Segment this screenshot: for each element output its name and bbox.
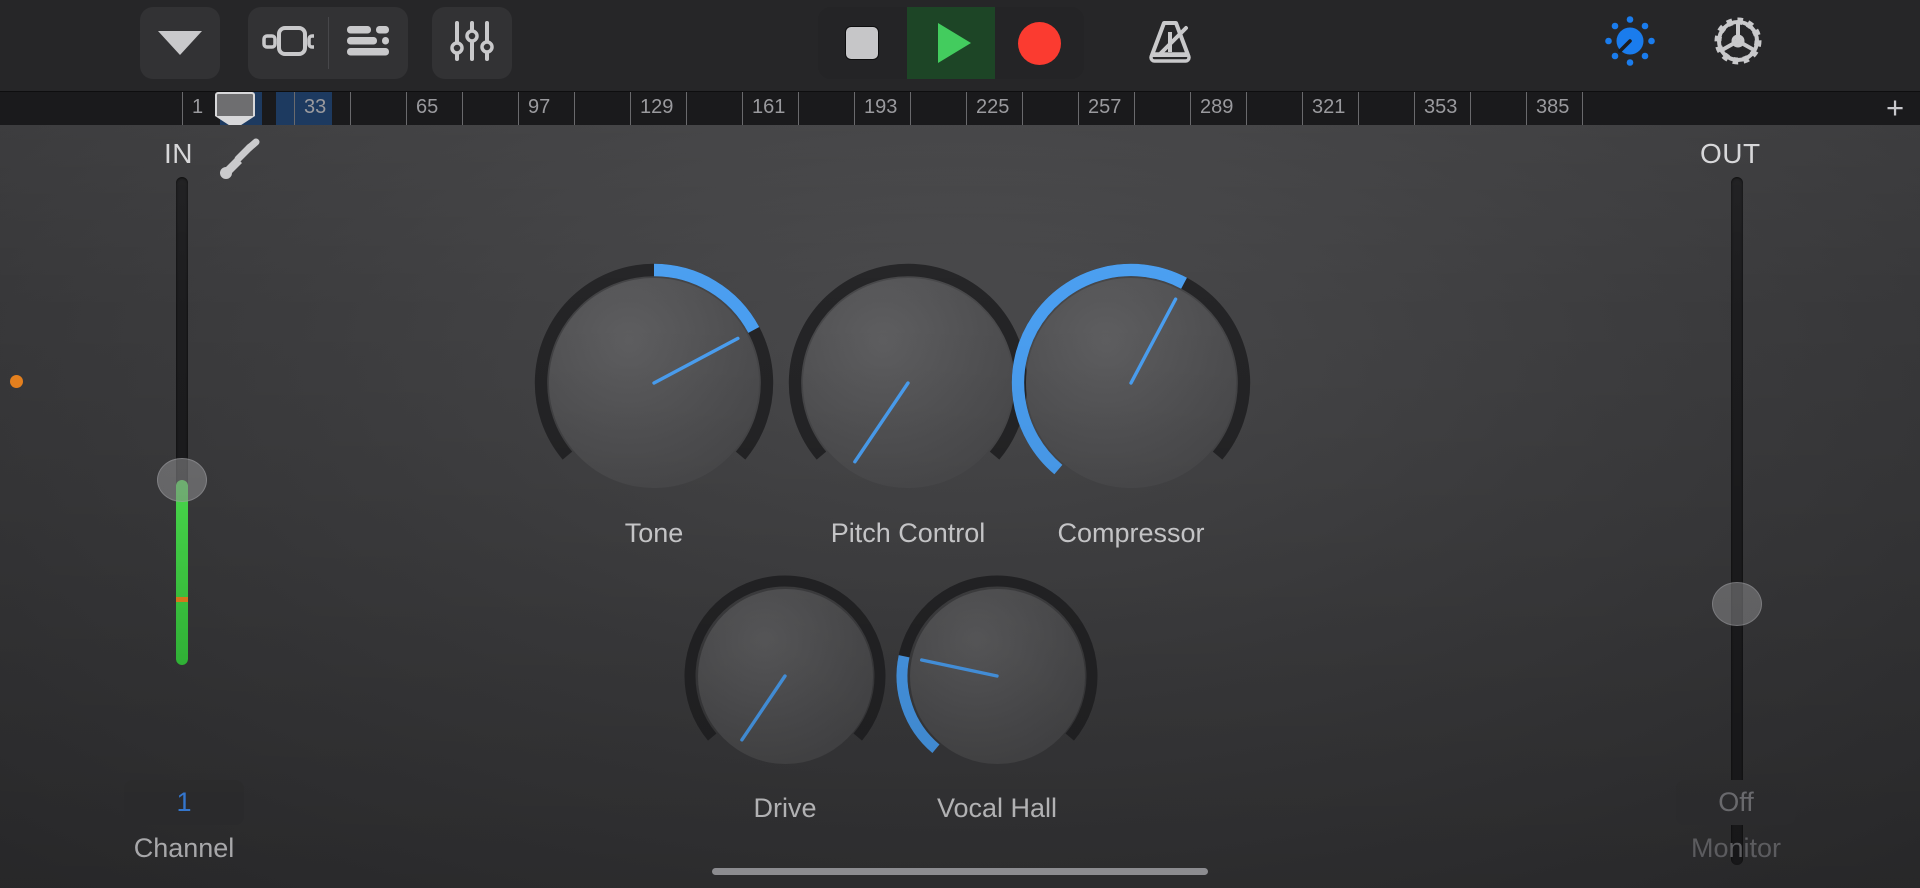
ruler-minor-tick: .	[1358, 92, 1374, 125]
ruler-bar-label: 97	[518, 92, 550, 125]
input-jack-icon	[216, 137, 260, 179]
stop-button[interactable]	[818, 7, 907, 79]
ruler-minor-tick: .	[798, 92, 814, 125]
knob-controls-icon	[1604, 15, 1656, 72]
ruler-minor-tick: .	[686, 92, 702, 125]
ruler-bar-label: 353	[1414, 92, 1457, 125]
list-view-icon	[345, 24, 391, 63]
ruler-bar-label: 225	[966, 92, 1009, 125]
ruler-minor-tick: .	[1470, 92, 1486, 125]
home-indicator	[712, 868, 1208, 875]
fader-track	[1731, 177, 1743, 865]
timeline-ruler[interactable]: 1. 33. 65. 97. 129. 161. 193. 225. 257. 289. 321. 3…	[0, 92, 1920, 125]
knob-drive[interactable]: Drive	[672, 563, 898, 823]
tracks-view-button[interactable]	[248, 7, 328, 79]
monitor-value: Off	[1718, 787, 1754, 817]
output-volume-fader[interactable]	[1712, 177, 1762, 865]
record-button[interactable]	[995, 7, 1084, 79]
ruler-ticks: 1. 33. 65. 97. 129. 161. 193. 225. 257. 289. 321. 3…	[182, 92, 1878, 125]
input-peak-marker	[176, 596, 188, 602]
gear-icon	[1711, 14, 1765, 73]
view-toggle-group	[248, 7, 408, 79]
monitor-label: Monitor	[1690, 833, 1782, 863]
ruler-minor-tick: .	[1246, 92, 1262, 125]
metronome-icon	[1146, 18, 1194, 69]
channel-value-button[interactable]: 1	[124, 780, 244, 825]
ruler-minor-tick: .	[1134, 92, 1150, 125]
knob-compressor[interactable]: Compressor	[1000, 252, 1262, 548]
fader-thumb[interactable]	[157, 457, 207, 502]
tracks-loop-view-icon	[262, 24, 322, 63]
list-view-button[interactable]	[328, 7, 408, 79]
playhead[interactable]	[215, 92, 255, 125]
transport-controls	[818, 7, 1084, 79]
knob-label: Compressor	[1057, 518, 1205, 548]
ruler-bar-label: 257	[1078, 92, 1121, 125]
mixer-sliders-icon	[450, 20, 494, 66]
input-level-meter	[176, 479, 188, 665]
ruler-minor-tick: .	[1022, 92, 1038, 125]
knob-vocal-hall[interactable]: Vocal Hall	[884, 563, 1110, 823]
input-label: IN	[164, 138, 193, 169]
ruler-minor-tick: .	[910, 92, 926, 125]
output-label: OUT	[1700, 138, 1761, 169]
track-controls-button[interactable]	[1590, 7, 1670, 79]
ruler-bar-label: 33	[294, 92, 326, 125]
ruler-bar-label: 65	[406, 92, 438, 125]
metronome-button[interactable]	[1130, 7, 1210, 79]
ruler-minor-tick: .	[350, 92, 366, 125]
chevron-down-icon	[158, 31, 202, 55]
ruler-bar-label: 1	[182, 92, 203, 125]
fader-thumb[interactable]	[1712, 581, 1762, 626]
garageband-recorder-screen: 1. 33. 65. 97. 129. 161. 193. 225. 257. 289. 321. 3…	[0, 0, 1920, 888]
add-track-button[interactable]: +	[1878, 92, 1912, 125]
ruler-minor-tick: .	[574, 92, 590, 125]
ruler-bar-label: 385	[1526, 92, 1569, 125]
instrument-panel: IN 1 Channel OUT Off Monitor Tone Pitch …	[0, 125, 1920, 888]
top-toolbar	[0, 0, 1920, 92]
monitor-toggle-button[interactable]: Off	[1676, 780, 1796, 825]
input-volume-fader[interactable]	[157, 177, 207, 665]
ruler-bar-label: 289	[1190, 92, 1233, 125]
stop-icon	[845, 26, 880, 60]
navigation-button[interactable]	[140, 7, 220, 79]
channel-value: 1	[176, 787, 192, 817]
mixer-button[interactable]	[432, 7, 512, 79]
ruler-minor-tick: .	[1582, 92, 1598, 125]
play-button[interactable]	[906, 7, 996, 79]
play-icon	[938, 23, 972, 63]
channel-label: Channel	[133, 833, 235, 863]
ruler-bar-label: 129	[630, 92, 673, 125]
knob-label: Vocal Hall	[936, 793, 1058, 823]
settings-button[interactable]	[1698, 7, 1778, 79]
knob-tone[interactable]: Tone	[523, 252, 785, 548]
recording-indicator-dot	[10, 375, 23, 388]
ruler-bar-label: 321	[1302, 92, 1345, 125]
ruler-bar-label: 193	[854, 92, 897, 125]
ruler-bar-label: 161	[742, 92, 785, 125]
record-icon	[1017, 21, 1061, 65]
ruler-minor-tick: .	[462, 92, 478, 125]
